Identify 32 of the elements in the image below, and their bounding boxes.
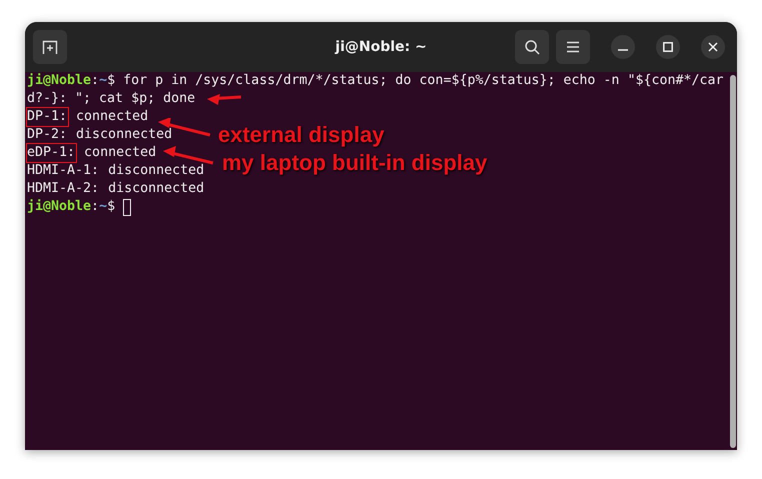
command-text: d?-}: "; cat $p; done bbox=[27, 90, 196, 108]
connector-status: disconnected bbox=[75, 126, 172, 144]
connector-status: connected bbox=[75, 108, 148, 126]
command-text: for p in /sys/class/drm/*/status; do con=${p%/status}; echo -n "${con#*/car bbox=[122, 72, 724, 90]
menu-icon bbox=[566, 41, 580, 53]
menu-button[interactable] bbox=[556, 30, 590, 64]
window-title: ji@Noble: ~ bbox=[335, 39, 427, 55]
close-button[interactable] bbox=[701, 35, 725, 59]
maximize-icon bbox=[663, 42, 673, 52]
connector-status: disconnected bbox=[107, 162, 204, 180]
annotation-label: external display bbox=[218, 122, 384, 148]
connector-name: DP-2: bbox=[26, 126, 68, 144]
prompt-path: :~$ bbox=[91, 198, 116, 216]
connector-status: connected bbox=[83, 144, 156, 162]
annotation-label: my laptop built-in display bbox=[222, 150, 488, 176]
search-button[interactable] bbox=[515, 30, 549, 64]
new-tab-icon bbox=[42, 39, 58, 55]
connector-name: eDP-1: bbox=[26, 143, 78, 163]
connector-status: disconnected bbox=[107, 180, 204, 198]
scrollbar[interactable] bbox=[730, 75, 736, 448]
maximize-button[interactable] bbox=[656, 35, 680, 59]
search-icon bbox=[524, 39, 540, 55]
close-icon bbox=[708, 42, 718, 52]
new-tab-button[interactable] bbox=[33, 30, 67, 64]
prompt-user-host: ji@Noble bbox=[27, 198, 92, 216]
connector-name: HDMI-A-1: bbox=[26, 162, 100, 180]
prompt-user-host: ji@Noble bbox=[27, 72, 92, 90]
prompt-path: :~$ bbox=[91, 72, 116, 90]
minimize-button[interactable] bbox=[611, 35, 635, 59]
connector-name: DP-1: bbox=[26, 107, 70, 127]
minimize-icon bbox=[618, 49, 628, 51]
connector-name: HDMI-A-2: bbox=[26, 180, 100, 198]
